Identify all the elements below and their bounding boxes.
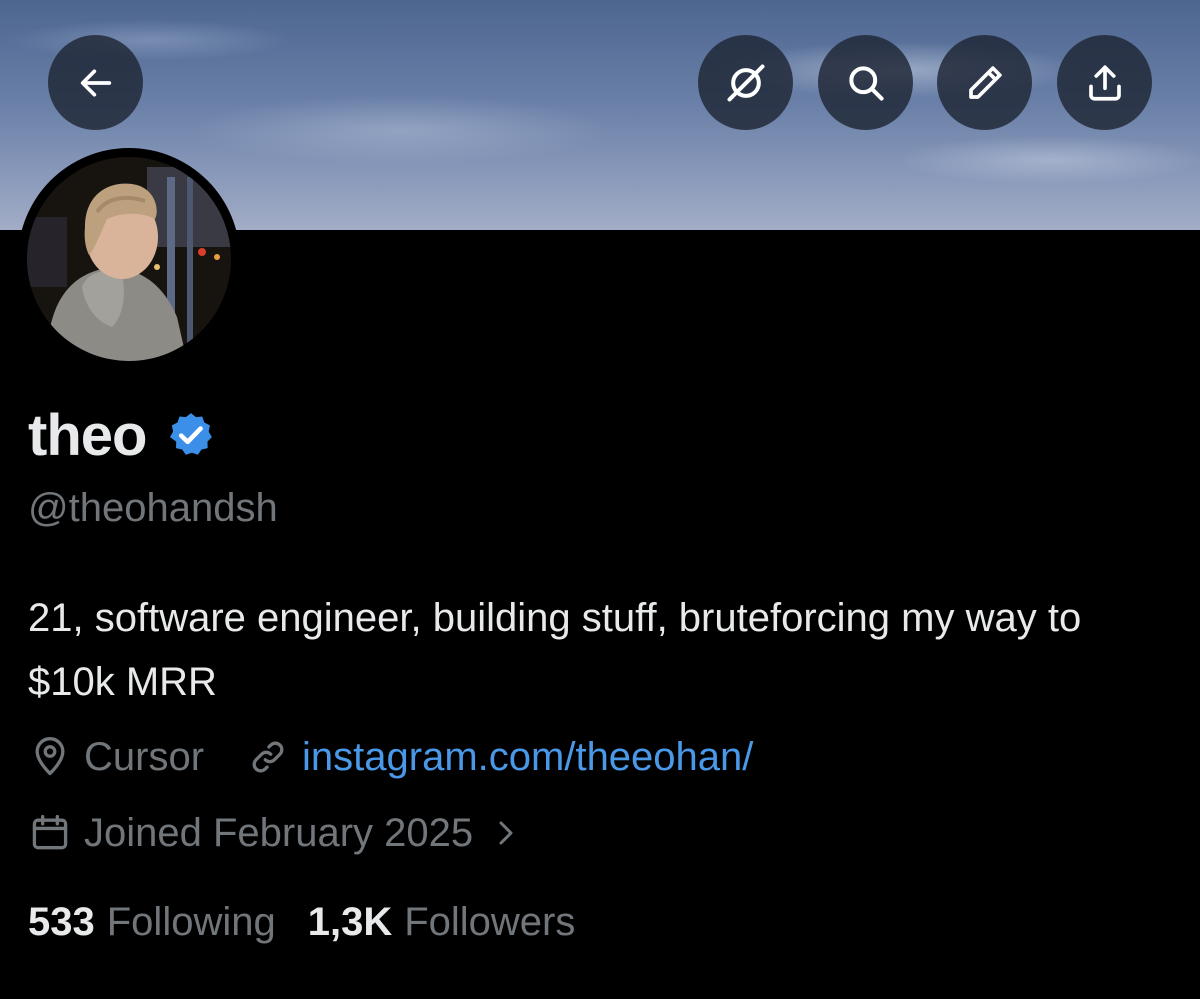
edit-pencil-icon bbox=[968, 65, 1002, 99]
location-item: Cursor bbox=[28, 735, 204, 780]
follow-stats: 533 Following 1,3K Followers bbox=[28, 894, 575, 950]
joined-text: Joined February 2025 bbox=[84, 810, 474, 855]
following-label: Following bbox=[106, 899, 276, 944]
share-icon bbox=[1088, 64, 1121, 101]
website-item[interactable]: instagram.com/theeohan/ bbox=[246, 735, 753, 780]
grok-button[interactable] bbox=[698, 35, 793, 130]
search-button[interactable] bbox=[818, 35, 913, 130]
display-name: theo bbox=[28, 402, 147, 468]
search-icon bbox=[848, 65, 884, 101]
following-count: 533 bbox=[28, 899, 95, 944]
followers-label: Followers bbox=[404, 899, 576, 944]
edit-profile-button[interactable] bbox=[937, 35, 1032, 130]
profile-meta-row: Cursor instagram.com/theeohan/ bbox=[28, 732, 753, 782]
avatar[interactable] bbox=[18, 148, 240, 370]
link-icon bbox=[252, 741, 284, 773]
following-stat[interactable]: 533 Following bbox=[28, 900, 276, 945]
joined-item[interactable]: Joined February 2025 bbox=[28, 811, 533, 856]
followers-stat[interactable]: 1,3K Followers bbox=[308, 900, 576, 945]
back-button[interactable] bbox=[48, 35, 143, 130]
verified-badge-icon[interactable] bbox=[166, 410, 216, 460]
location-text: Cursor bbox=[84, 734, 205, 779]
profile-handle: @theohandsh bbox=[28, 486, 278, 530]
website-link[interactable]: instagram.com/theeohan/ bbox=[302, 735, 753, 780]
back-arrow-icon bbox=[80, 69, 111, 96]
profile-bio: 21, software engineer, building stuff, b… bbox=[28, 596, 1082, 704]
avatar-photo bbox=[27, 157, 231, 361]
followers-count: 1,3K bbox=[307, 899, 393, 944]
profile-name-row: theo bbox=[28, 400, 216, 470]
grok-icon bbox=[726, 63, 765, 102]
joined-row[interactable]: Joined February 2025 bbox=[28, 808, 533, 858]
profile-page: theo @theohandsh 21, software engineer, … bbox=[0, 0, 1200, 999]
calendar-icon bbox=[32, 814, 68, 850]
chevron-right-icon bbox=[499, 821, 513, 845]
location-pin-icon bbox=[35, 737, 65, 776]
share-button[interactable] bbox=[1057, 35, 1152, 130]
